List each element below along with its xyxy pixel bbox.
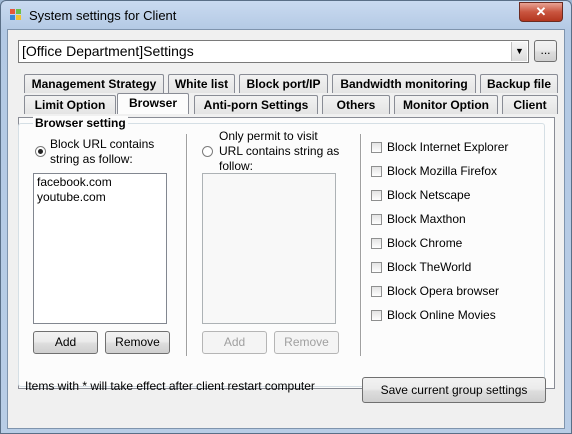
block-opera-label: Block Opera browser [387,284,500,298]
block-netscape-label: Block Netscape [387,188,471,202]
block-maxthon-label: Block Maxthon [387,212,466,226]
tab-white-list[interactable]: White list [168,74,235,93]
block-online-movies-checkbox[interactable] [371,310,382,321]
window-title: System settings for Client [29,8,177,23]
tab-management-strategy[interactable]: Management Strategy [24,74,164,93]
permit-url-list[interactable] [202,173,336,324]
divider [360,134,362,356]
block-netscape-checkbox[interactable] [371,190,382,201]
chevron-down-icon[interactable]: ▼ [511,42,527,61]
block-theworld-label: Block TheWorld [387,260,472,274]
client-area: [Office Department]Settings ▼ ... Manage… [7,29,565,429]
tab-monitor-option[interactable]: Monitor Option [394,95,498,114]
settings-window: System settings for Client ✕ [Office Dep… [0,0,572,434]
permit-url-label: Only permit to visit URL contains string… [219,129,340,173]
permit-url-radio[interactable] [202,146,213,157]
title-bar[interactable]: System settings for Client ✕ [1,1,571,29]
block-chrome-label: Block Chrome [387,236,463,250]
block-firefox-checkbox[interactable] [371,166,382,177]
tab-others[interactable]: Others [322,95,390,114]
restart-note: Items with * will take effect after clie… [25,379,315,393]
group-select-value: [Office Department]Settings [22,43,194,59]
tab-block-port-ip[interactable]: Block port/IP [239,74,328,93]
app-icon [10,9,21,20]
group-select[interactable]: [Office Department]Settings ▼ [18,40,529,63]
list-item[interactable]: youtube.com [34,190,166,205]
add-block-url-button[interactable]: Add [33,331,98,354]
block-chrome-checkbox[interactable] [371,238,382,249]
block-url-label: Block URL contains string as follow: [50,137,155,166]
close-button[interactable]: ✕ [519,2,563,22]
tab-anti-porn-settings[interactable]: Anti-porn Settings [194,95,318,114]
block-url-list[interactable]: facebook.com youtube.com [33,173,167,324]
block-maxthon-checkbox[interactable] [371,214,382,225]
block-theworld-checkbox[interactable] [371,262,382,273]
block-online-movies-label: Block Online Movies [387,308,496,322]
list-item[interactable]: facebook.com [34,175,166,190]
divider [186,134,188,356]
browser-setting-title: Browser setting [33,116,128,130]
block-url-radio[interactable] [35,146,46,157]
browse-button[interactable]: ... [534,40,557,62]
tab-bandwidth-monitoring[interactable]: Bandwidth monitoring [332,74,476,93]
block-opera-checkbox[interactable] [371,286,382,297]
close-icon: ✕ [535,4,547,19]
tab-limit-option[interactable]: Limit Option [24,95,116,114]
tab-backup-file[interactable]: Backup file [480,74,558,93]
tab-client[interactable]: Client [502,95,558,114]
remove-block-url-button[interactable]: Remove [105,331,170,354]
add-permit-url-button[interactable]: Add [202,331,267,354]
remove-permit-url-button[interactable]: Remove [274,331,339,354]
save-group-settings-button[interactable]: Save current group settings [362,377,546,403]
block-ie-label: Block Internet Explorer [387,140,509,154]
block-firefox-label: Block Mozilla Firefox [387,164,498,178]
tab-browser[interactable]: Browser [117,93,189,114]
block-ie-checkbox[interactable] [371,142,382,153]
